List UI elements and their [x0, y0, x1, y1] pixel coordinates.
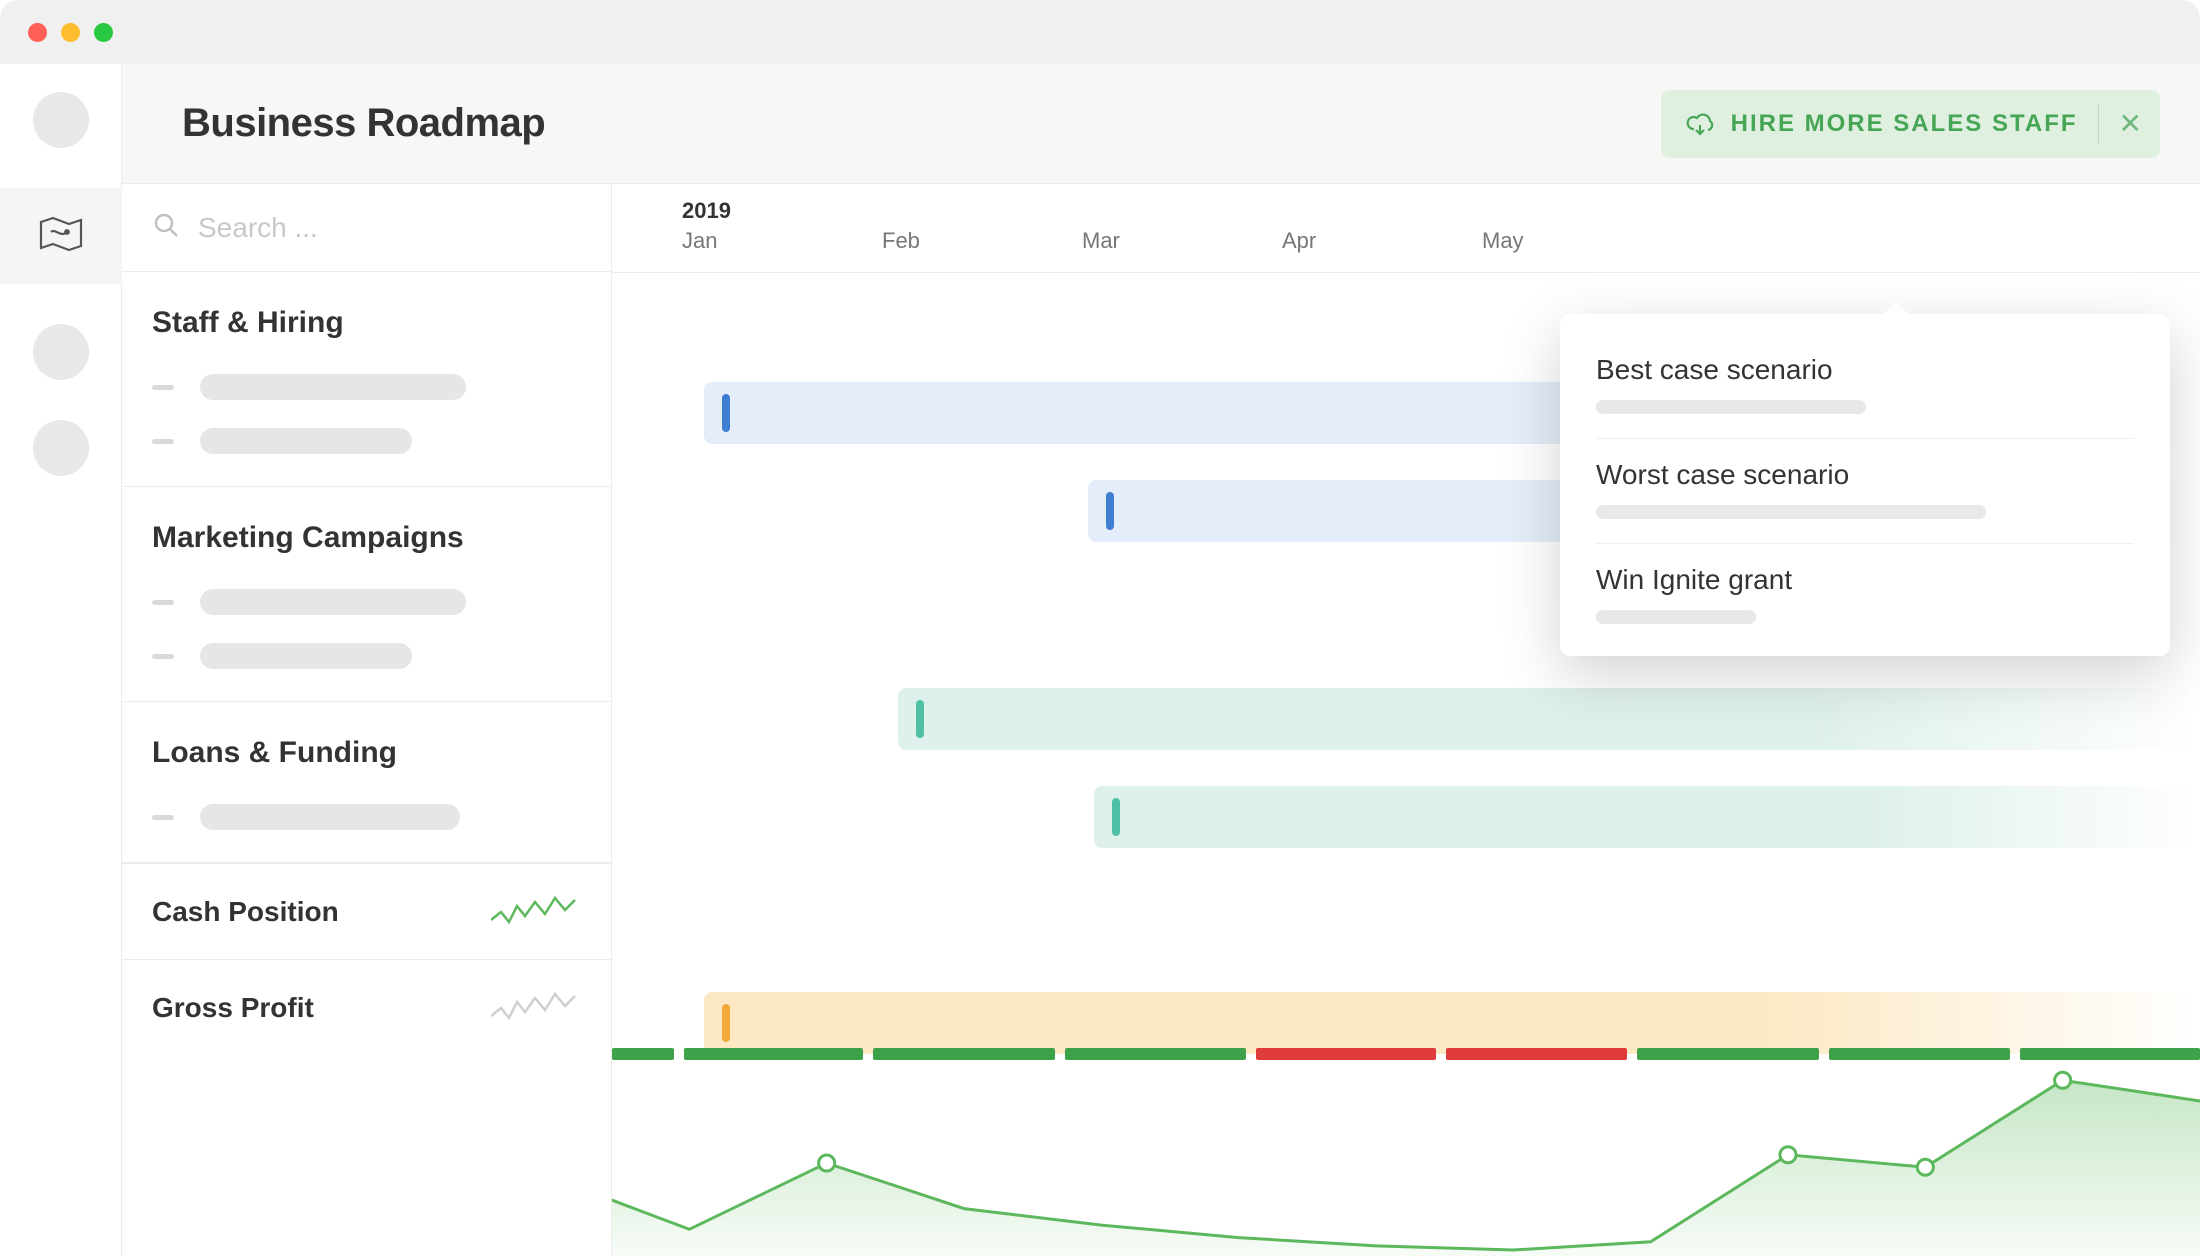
search-icon: [152, 211, 180, 244]
gantt-bar[interactable]: [898, 688, 2200, 750]
month-label: Apr: [1212, 228, 1412, 254]
scenario-desc-placeholder: [1596, 400, 1866, 414]
bar-accent: [1106, 492, 1114, 530]
window-zoom-button[interactable]: [94, 23, 113, 42]
chip-divider: [2098, 105, 2099, 143]
sidebar-group: Staff & Hiring: [122, 272, 611, 487]
timeline-year: 2019: [682, 198, 731, 224]
month-label: Mar: [1012, 228, 1212, 254]
bar-accent: [1112, 798, 1120, 836]
suggestion-label: HIRE MORE SALES STAFF: [1731, 110, 2078, 138]
metric-label: Gross Profit: [152, 992, 314, 1024]
list-item[interactable]: [122, 790, 611, 844]
group-title: Staff & Hiring: [122, 306, 611, 360]
metric-row[interactable]: Gross Profit: [122, 959, 611, 1055]
chart-marker: [1780, 1147, 1796, 1163]
nav-item-placeholder-2[interactable]: [33, 420, 89, 476]
item-label-placeholder: [200, 643, 412, 669]
close-icon[interactable]: ✕: [2119, 110, 2142, 138]
scenario-option[interactable]: Win Ignite grant: [1596, 544, 2134, 648]
item-label-placeholder: [200, 374, 466, 400]
drag-handle-icon[interactable]: [152, 439, 174, 444]
item-label-placeholder: [200, 804, 460, 830]
month-label: May: [1412, 228, 1612, 254]
page-header: Business Roadmap HIRE MORE SALES STAFF ✕: [122, 64, 2200, 184]
scenario-option[interactable]: Worst case scenario: [1596, 439, 2134, 544]
scenario-desc-placeholder: [1596, 505, 1986, 519]
metric-row[interactable]: Cash Position: [122, 863, 611, 959]
page-title: Business Roadmap: [182, 101, 1661, 146]
app-window: Business Roadmap HIRE MORE SALES STAFF ✕: [0, 0, 2200, 1256]
sparkline-icon: [491, 988, 581, 1028]
metric-label: Cash Position: [152, 896, 339, 928]
chart-marker: [819, 1155, 835, 1171]
mac-titlebar: [0, 0, 2200, 64]
bar-accent: [916, 700, 924, 738]
group-title: Loans & Funding: [122, 736, 611, 790]
nav-rail: [0, 64, 122, 1256]
chart-marker: [1917, 1159, 1933, 1175]
sidebar-group: Loans & Funding: [122, 702, 611, 863]
sidebar-group: Marketing Campaigns: [122, 487, 611, 702]
plan-sidebar: Staff & Hiring Marketing Campaigns Loans &…: [122, 184, 612, 1256]
list-item[interactable]: [122, 629, 611, 683]
avatar[interactable]: [33, 92, 89, 148]
chart-marker: [2055, 1072, 2071, 1088]
search-row: [122, 184, 611, 272]
scenario-desc-placeholder: [1596, 610, 1756, 624]
timeline-months: JanFebMarAprMay: [612, 228, 2200, 254]
list-item[interactable]: [122, 575, 611, 629]
cash-position-area-chart: [612, 1026, 2200, 1256]
drag-handle-icon[interactable]: [152, 385, 174, 390]
roadmap-icon: [37, 214, 85, 259]
sparkline-icon: [491, 892, 581, 932]
drag-handle-icon[interactable]: [152, 654, 174, 659]
search-input[interactable]: [198, 212, 581, 244]
list-item[interactable]: [122, 414, 611, 468]
drag-handle-icon[interactable]: [152, 600, 174, 605]
month-label: Jan: [612, 228, 812, 254]
window-minimize-button[interactable]: [61, 23, 80, 42]
month-label: Feb: [812, 228, 1012, 254]
scenario-title: Win Ignite grant: [1596, 564, 2134, 596]
gantt-bar[interactable]: [1094, 786, 2200, 848]
scenario-option[interactable]: Best case scenario: [1596, 334, 2134, 439]
drag-handle-icon[interactable]: [152, 815, 174, 820]
nav-item-roadmap[interactable]: [0, 188, 122, 284]
scenario-title: Worst case scenario: [1596, 459, 2134, 491]
window-close-button[interactable]: [28, 23, 47, 42]
scenario-title: Best case scenario: [1596, 354, 2134, 386]
item-label-placeholder: [200, 589, 466, 615]
group-title: Marketing Campaigns: [122, 521, 611, 575]
cloud-icon: [1685, 111, 1715, 137]
suggestion-chip[interactable]: HIRE MORE SALES STAFF ✕: [1661, 90, 2160, 158]
scenarios-popover: Best case scenario Worst case scenario Win…: [1560, 314, 2170, 656]
item-label-placeholder: [200, 428, 412, 454]
list-item[interactable]: [122, 360, 611, 414]
bar-accent: [722, 394, 730, 432]
nav-item-placeholder-1[interactable]: [33, 324, 89, 380]
